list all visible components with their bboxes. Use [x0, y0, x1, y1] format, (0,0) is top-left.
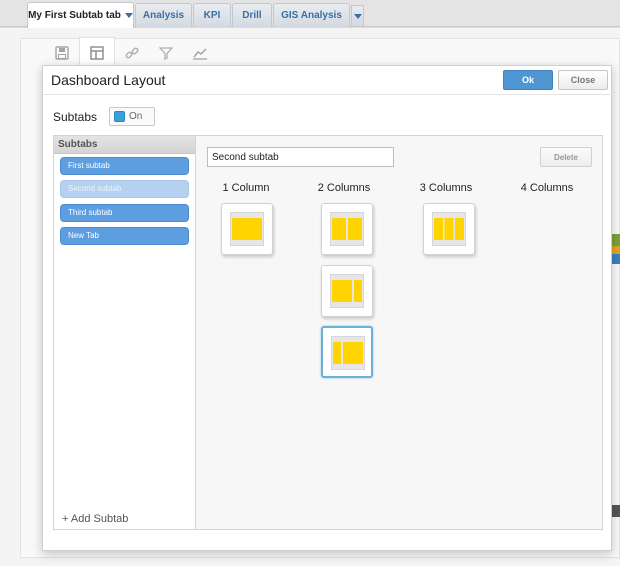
tab-gis-analysis[interactable]: GIS Analysis [273, 3, 350, 27]
link-icon[interactable] [114, 40, 150, 66]
layout-preview-icon [330, 274, 364, 308]
layout-preview-icon [331, 336, 365, 370]
column-header-2: 2 Columns [317, 182, 371, 194]
toggle-switch [114, 111, 125, 122]
layout-3-columns[interactable] [423, 203, 475, 255]
layout-preview-icon [230, 212, 264, 246]
layout-icon[interactable] [79, 37, 115, 67]
column-header-3: 3 Columns [419, 182, 473, 194]
background-widget-fragment [612, 234, 620, 246]
close-button[interactable]: Close [558, 70, 608, 90]
more-tabs-button[interactable] [351, 5, 364, 26]
layout-2-columns-equal[interactable] [321, 203, 373, 255]
subtab-name-input[interactable] [207, 147, 394, 167]
column-header-1: 1 Column [222, 182, 270, 194]
tab-drill[interactable]: Drill [232, 3, 272, 27]
filter-icon[interactable] [148, 40, 184, 66]
save-icon[interactable] [44, 40, 80, 66]
subtabs-sidebar: Subtabs First subtab Second subtab Third… [54, 136, 196, 529]
column-header-4: 4 Columns [520, 182, 574, 194]
tab-kpi[interactable]: KPI [193, 3, 231, 27]
layout-2-columns-wide-right[interactable] [321, 326, 373, 378]
tab-label: My First Subtab tab [28, 10, 121, 21]
tab-label: Analysis [142, 10, 185, 21]
chart-icon[interactable] [182, 40, 218, 66]
tab-label: KPI [203, 10, 221, 21]
divider [43, 94, 613, 95]
background-widget-fragment [612, 505, 620, 517]
background-widget-fragment [612, 246, 620, 254]
tab-my-first-subtab[interactable]: My First Subtab tab [27, 2, 134, 28]
chevron-down-icon[interactable] [124, 13, 133, 18]
layout-preview-icon [330, 212, 364, 246]
tab-bar: My First Subtab tab Analysis KPI Drill G… [0, 0, 620, 28]
subtab-item-selected[interactable]: Second subtab [60, 180, 189, 198]
chevron-down-icon [353, 13, 362, 19]
layout-panel: Subtabs First subtab Second subtab Third… [53, 135, 603, 530]
layout-1-column[interactable] [221, 203, 273, 255]
toggle-label: On [129, 111, 143, 122]
ok-button[interactable]: Ok [503, 70, 553, 90]
layout-2-columns-wide-left[interactable] [321, 265, 373, 317]
layout-preview-icon [432, 212, 466, 246]
sidebar-header: Subtabs [54, 136, 195, 154]
subtab-item[interactable]: First subtab [60, 157, 189, 175]
subtabs-label: Subtabs [53, 110, 98, 124]
add-subtab-button[interactable]: + Add Subtab [62, 513, 128, 525]
subtab-item[interactable]: New Tab [60, 227, 189, 245]
tab-analysis[interactable]: Analysis [135, 3, 192, 27]
delete-button[interactable]: Delete [540, 147, 592, 167]
subtab-item[interactable]: Third subtab [60, 204, 189, 222]
dialog-title: Dashboard Layout [51, 72, 166, 88]
dashboard-layout-dialog: Dashboard Layout Ok Close Subtabs On Sub… [42, 65, 613, 551]
subtabs-toggle[interactable]: On [109, 107, 155, 126]
tab-label: GIS Analysis [281, 10, 342, 21]
tab-label: Drill [242, 10, 262, 21]
background-widget-fragment [612, 254, 620, 264]
